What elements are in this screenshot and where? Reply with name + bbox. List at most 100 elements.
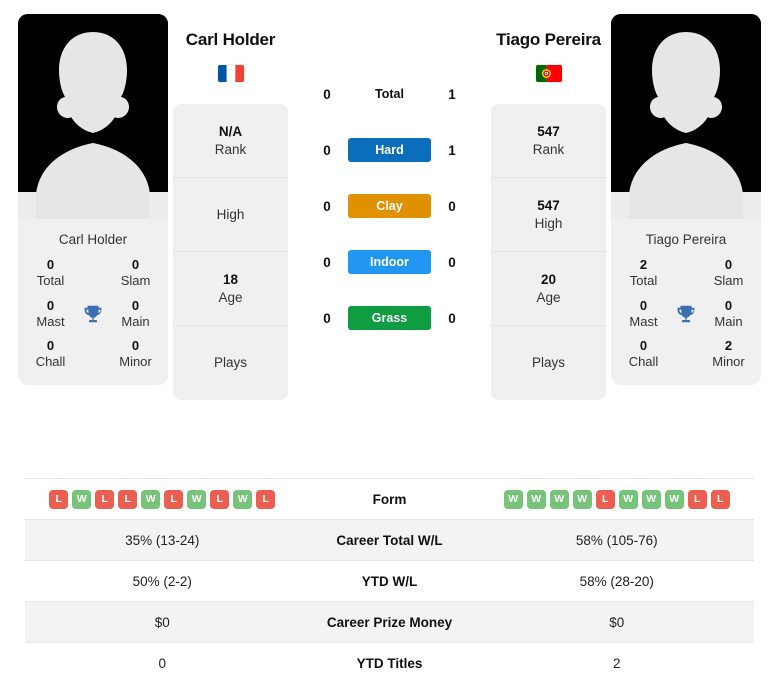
surface-row-indoor: 0 Indoor 0 (293, 234, 486, 290)
info-plays-label: Plays (531, 355, 565, 371)
titles-chall-value: 0 (639, 338, 648, 353)
titles-chall-label: Chall (628, 354, 659, 370)
form-chip-win[interactable]: W (233, 489, 253, 509)
titles-total-label: Total (36, 273, 65, 289)
surface-label-clay[interactable]: Clay (348, 194, 431, 218)
info-card-left: N/A Rank High 18 Age Plays (173, 104, 288, 400)
form-chip-win[interactable]: W (187, 489, 207, 509)
player-comparison-page: Carl Holder 0 Total 0 Slam 0 Mast 0 Main… (0, 0, 779, 699)
comparison-stats-table: LWLLWLWLWL Form WWWWLWWWLL 35% (13-24) C… (25, 478, 754, 684)
titles-main-value: 0 (724, 297, 733, 313)
player-card-left[interactable]: Carl Holder 0 Total 0 Slam 0 Mast 0 Main… (18, 14, 168, 385)
form-cell-left: LWLLWLWLWL (25, 479, 300, 520)
row-label-ytd-titles: YTD Titles (356, 655, 423, 671)
surface-stats: 0 Total 1 0 Hard 1 0 Clay 0 0 Indoor 0 0 (293, 14, 486, 346)
career-prize-money-left: $0 (154, 614, 170, 630)
form-chip-loss[interactable]: L (210, 489, 230, 509)
surface-right-score: 0 (448, 310, 456, 326)
titles-mast-value: 0 (639, 297, 648, 313)
titles-slam-value: 0 (131, 257, 140, 272)
form-chip-loss[interactable]: L (710, 489, 730, 509)
form-chip-win[interactable]: W (618, 489, 638, 509)
trophy-icon (77, 303, 109, 325)
form-cell-right: WWWWLWWWLL (480, 479, 755, 520)
table-row: 35% (13-24) Career Total W/L 58% (105-76… (25, 519, 754, 561)
titles-chall: 0 Chall (24, 338, 77, 371)
form-chip-win[interactable]: W (641, 489, 661, 509)
surface-left-score: 0 (323, 254, 331, 270)
form-chip-win[interactable]: W (141, 489, 161, 509)
titles-main: 0 Main (109, 298, 162, 331)
info-row-plays: Plays (173, 326, 288, 400)
surface-row-clay: 0 Clay 0 (293, 178, 486, 234)
form-chip-loss[interactable]: L (164, 489, 184, 509)
info-row-rank: 547 Rank (491, 104, 606, 178)
titles-slam-label: Slam (120, 273, 151, 289)
titles-mast-label: Mast (36, 313, 65, 329)
surface-left-score: 0 (323, 86, 331, 102)
info-rank-label: Rank (532, 141, 565, 157)
surface-right-score: 1 (448, 142, 456, 158)
titles-minor-label: Minor (712, 354, 745, 370)
form-chip-loss[interactable]: L (49, 489, 69, 509)
surface-right-score: 0 (448, 254, 456, 270)
form-chip-win[interactable]: W (664, 489, 684, 509)
player-name-right[interactable]: Tiago Pereira (496, 30, 601, 50)
table-row: LWLLWLWLWL Form WWWWLWWWLL (25, 478, 755, 520)
form-chip-win[interactable]: W (72, 489, 92, 509)
titles-total-label: Total (629, 273, 658, 289)
form-chip-loss[interactable]: L (118, 489, 138, 509)
row-label-career-total-wl: Career Total W/L (336, 532, 443, 548)
form-chip-loss[interactable]: L (256, 489, 276, 509)
avatar (18, 14, 168, 219)
career-prize-money-right: $0 (609, 614, 625, 630)
titles-chall-value: 0 (46, 338, 55, 353)
player-card-name: Carl Holder (58, 232, 128, 247)
titles-minor-label: Minor (119, 354, 152, 370)
titles-slam-value: 0 (724, 257, 733, 272)
player-card-right[interactable]: Tiago Pereira 2 Total 0 Slam 0 Mast 0 Ma… (611, 14, 761, 385)
titles-main: 0 Main (702, 298, 755, 331)
surface-right-score: 0 (448, 198, 456, 214)
trophy-icon (670, 303, 702, 325)
surface-left-score: 0 (323, 198, 331, 214)
titles-total-value: 2 (639, 257, 648, 272)
surface-row-grass: 0 Grass 0 (293, 290, 486, 346)
form-chip-loss[interactable]: L (687, 489, 707, 509)
titles-minor-value: 2 (724, 338, 733, 353)
titles-minor-value: 0 (131, 338, 140, 353)
form-chip-loss[interactable]: L (95, 489, 115, 509)
stats-table-body: LWLLWLWLWL Form WWWWLWWWLL 35% (13-24) C… (25, 478, 755, 684)
titles-main-label: Main (714, 313, 743, 329)
titles-total: 0 Total (24, 257, 77, 290)
info-card-right: 547 Rank 547 High 20 Age Plays (491, 104, 606, 400)
info-row-age: 20 Age (491, 252, 606, 326)
surface-label-indoor[interactable]: Indoor (348, 250, 431, 274)
surface-label-hard[interactable]: Hard (348, 138, 431, 162)
table-row: 50% (2-2) YTD W/L 58% (28-20) (25, 560, 754, 602)
titles-slam: 0 Slam (109, 257, 162, 290)
titles-mast-value: 0 (46, 297, 55, 313)
info-high-label: High (534, 215, 563, 231)
surface-label-total: Total (375, 87, 404, 101)
surface-right-score: 1 (448, 86, 456, 102)
titles-main-value: 0 (131, 297, 140, 313)
player-name-left[interactable]: Carl Holder (186, 30, 276, 50)
form-chip-win[interactable]: W (549, 489, 569, 509)
titles-minor: 2 Minor (702, 338, 755, 371)
form-chip-win[interactable]: W (503, 489, 523, 509)
player-card-name: Tiago Pereira (645, 232, 727, 247)
player-info-right: Tiago Pereira 547 Rank 547 High 20 Age P… (486, 14, 611, 400)
form-chip-win[interactable]: W (526, 489, 546, 509)
surface-label-grass[interactable]: Grass (348, 306, 431, 330)
form-chip-loss[interactable]: L (595, 489, 615, 509)
form-chip-win[interactable]: W (572, 489, 592, 509)
info-rank-label: Rank (214, 141, 247, 157)
info-row-rank: N/A Rank (173, 104, 288, 178)
ytd-wl-right: 58% (28-20) (579, 573, 654, 589)
france-flag (217, 65, 244, 82)
info-row-high: 547 High (491, 178, 606, 252)
surface-left-score: 0 (323, 310, 331, 326)
info-age-value: 20 (540, 271, 557, 287)
ytd-wl-left: 50% (2-2) (132, 573, 192, 589)
